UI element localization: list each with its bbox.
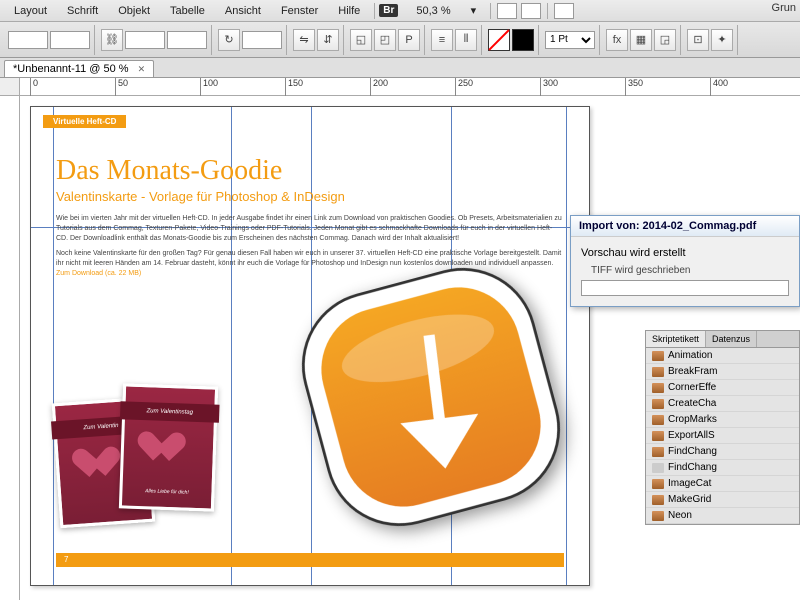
script-icon xyxy=(652,495,664,505)
script-icon xyxy=(652,415,664,425)
menu-ansicht[interactable]: Ansicht xyxy=(215,5,271,17)
menu-tabelle[interactable]: Tabelle xyxy=(160,5,215,17)
list-item[interactable]: BreakFram xyxy=(646,364,799,380)
rotate-field[interactable] xyxy=(242,31,282,49)
wrap-icon[interactable]: ▦ xyxy=(630,29,652,51)
distribute-icon[interactable]: ⫴ xyxy=(455,29,477,51)
tab-label: *Unbenannt-11 @ 50 % xyxy=(13,63,129,75)
x-field[interactable] xyxy=(8,31,48,49)
page[interactable]: Virtuelle Heft-CD Das Monats-Goodie Vale… xyxy=(30,106,590,586)
script-list: Animation BreakFram CornerEffe CreateCha… xyxy=(646,348,799,524)
list-item[interactable]: FindChang xyxy=(646,444,799,460)
list-item[interactable]: CropMarks xyxy=(646,412,799,428)
list-item[interactable]: MakeGrid xyxy=(646,492,799,508)
import-dialog: Import von: 2014-02_Commag.pdf Vorschau … xyxy=(570,215,800,307)
panel-tabs: Skriptetikett Datenzus xyxy=(646,331,799,348)
rotate-icon[interactable]: ↻ xyxy=(218,29,240,51)
section-badge: Virtuelle Heft-CD xyxy=(43,115,126,128)
flip-v-icon[interactable]: ⇵ xyxy=(317,29,339,51)
menu-fenster[interactable]: Fenster xyxy=(271,5,328,17)
w-field[interactable] xyxy=(125,31,165,49)
script-icon xyxy=(652,351,664,361)
ruler-origin[interactable] xyxy=(0,78,20,96)
list-item[interactable]: ImageCat xyxy=(646,476,799,492)
logo-graphic xyxy=(291,257,571,537)
list-item[interactable]: CreateCha xyxy=(646,396,799,412)
corner-icon[interactable]: ◲ xyxy=(654,29,676,51)
list-item[interactable]: CornerEffe xyxy=(646,380,799,396)
script-icon xyxy=(652,431,664,441)
fill-swatch[interactable] xyxy=(488,29,510,51)
list-item[interactable]: ExportAllS xyxy=(646,428,799,444)
scripts-panel: Skriptetikett Datenzus Animation BreakFr… xyxy=(645,330,800,525)
fit-frame-icon[interactable]: ⊡ xyxy=(687,29,709,51)
zoom-level[interactable]: 50,3 % xyxy=(406,5,460,17)
tab-skriptetikett[interactable]: Skriptetikett xyxy=(646,331,706,347)
stroke-swatch[interactable] xyxy=(512,29,534,51)
align-icon[interactable]: ≡ xyxy=(431,29,453,51)
progress-bar xyxy=(581,280,789,296)
tab-datenzus[interactable]: Datenzus xyxy=(706,331,757,347)
menu-bar: Layout Schrift Objekt Tabelle Ansicht Fe… xyxy=(0,0,800,22)
select-container-icon[interactable]: ◱ xyxy=(350,29,372,51)
script-icon xyxy=(652,367,664,377)
select-content-icon[interactable]: ◰ xyxy=(374,29,396,51)
script-icon xyxy=(652,399,664,409)
constrain-icon[interactable]: ⛓ xyxy=(101,29,123,51)
bridge-icon[interactable]: Br xyxy=(379,4,398,17)
flip-h-icon[interactable]: ⇋ xyxy=(293,29,315,51)
arrange-icon[interactable] xyxy=(554,3,574,19)
menu-hilfe[interactable]: Hilfe xyxy=(328,5,370,17)
menu-layout[interactable]: Layout xyxy=(4,5,57,17)
ruler-horizontal[interactable]: 0 50 100 150 200 250 300 350 400 xyxy=(20,78,800,96)
document-tabs: *Unbenannt-11 @ 50 % ✕ xyxy=(0,58,800,78)
valentine-cards: Zum Valentin Zum Valentinstag Alles Lieb… xyxy=(56,385,216,525)
close-icon[interactable]: ✕ xyxy=(138,64,146,74)
folder-icon xyxy=(652,463,664,473)
h-field[interactable] xyxy=(167,31,207,49)
dialog-title: Import von: 2014-02_Commag.pdf xyxy=(571,216,799,237)
menu-objekt[interactable]: Objekt xyxy=(108,5,160,17)
ruler-vertical[interactable] xyxy=(0,96,20,600)
stroke-weight[interactable]: 1 Pt xyxy=(545,31,595,49)
effects-icon[interactable]: fx xyxy=(606,29,628,51)
list-item[interactable]: Animation xyxy=(646,348,799,364)
script-icon xyxy=(652,447,664,457)
script-icon xyxy=(652,479,664,489)
heart-icon xyxy=(85,447,122,481)
page-footer-bar xyxy=(56,553,564,567)
article-title: Das Monats-Goodie xyxy=(56,155,564,187)
p-icon[interactable]: P xyxy=(398,29,420,51)
screen-mode-icon[interactable] xyxy=(521,3,541,19)
view-mode-icon[interactable] xyxy=(497,3,517,19)
list-item[interactable]: FindChang xyxy=(646,460,799,476)
page-number: 7 xyxy=(59,554,73,565)
y-field[interactable] xyxy=(50,31,90,49)
list-item[interactable]: Neon xyxy=(646,508,799,524)
article-subtitle: Valentinskarte - Vorlage für Photoshop &… xyxy=(56,189,564,204)
control-toolbar: ⛓ ↻ ⇋ ⇵ ◱ ◰ P ≡ ⫴ 1 Pt fx ▦ ◲ ⊡ ✦ xyxy=(0,22,800,58)
dialog-message: Vorschau wird erstellt xyxy=(581,247,789,259)
transform-icon[interactable]: ✦ xyxy=(711,29,733,51)
dialog-subtext: TIFF wird geschrieben xyxy=(581,265,789,276)
script-icon xyxy=(652,511,664,521)
card-front: Zum Valentinstag Alles Liebe für dich! xyxy=(119,383,218,511)
document-tab[interactable]: *Unbenannt-11 @ 50 % ✕ xyxy=(4,60,154,77)
heart-icon xyxy=(150,432,186,465)
menu-schrift[interactable]: Schrift xyxy=(57,5,108,17)
workspace-switcher[interactable]: Grun xyxy=(772,2,796,14)
script-icon xyxy=(652,383,664,393)
zoom-dropdown-icon[interactable]: ▾ xyxy=(461,4,487,17)
